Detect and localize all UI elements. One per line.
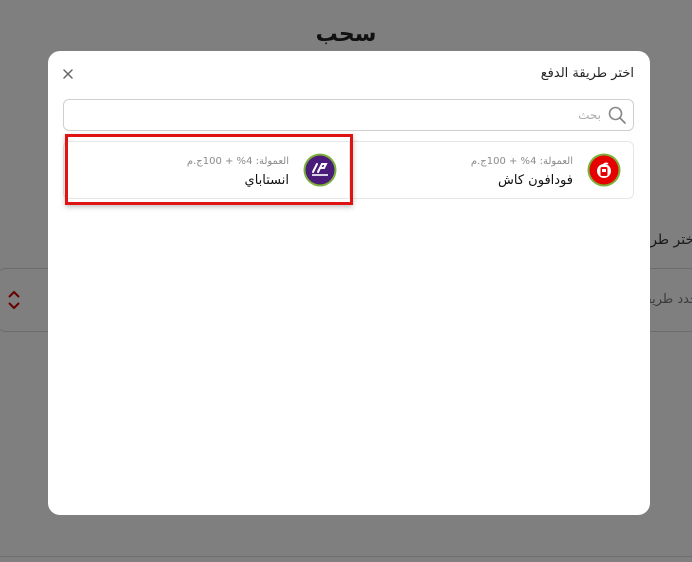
method-name: فودافون كاش bbox=[498, 173, 573, 188]
method-fee: العمولة: 4% + 100ج.م bbox=[186, 156, 289, 167]
close-icon[interactable] bbox=[61, 67, 75, 81]
payment-method-vodafone-cash[interactable]: العمولة: 4% + 100ج.م فودافون كاش bbox=[348, 142, 633, 198]
search-input[interactable] bbox=[64, 100, 603, 130]
payment-method-modal: اختر طريقة الدفع العمولة: 4% + 100ج.م فو… bbox=[48, 51, 650, 515]
instapay-logo bbox=[303, 153, 337, 187]
search-icon bbox=[608, 106, 626, 124]
method-name: انستاباي bbox=[244, 173, 289, 188]
vodafone-cash-logo bbox=[587, 153, 621, 187]
modal-title: اختر طريقة الدفع bbox=[540, 66, 634, 81]
method-fee: العمولة: 4% + 100ج.م bbox=[470, 156, 573, 167]
payment-methods-list: العمولة: 4% + 100ج.م فودافون كاش العمولة… bbox=[63, 141, 634, 199]
payment-method-instapay[interactable]: العمولة: 4% + 100ج.م انستاباي bbox=[64, 142, 350, 198]
search-box[interactable] bbox=[63, 99, 634, 131]
